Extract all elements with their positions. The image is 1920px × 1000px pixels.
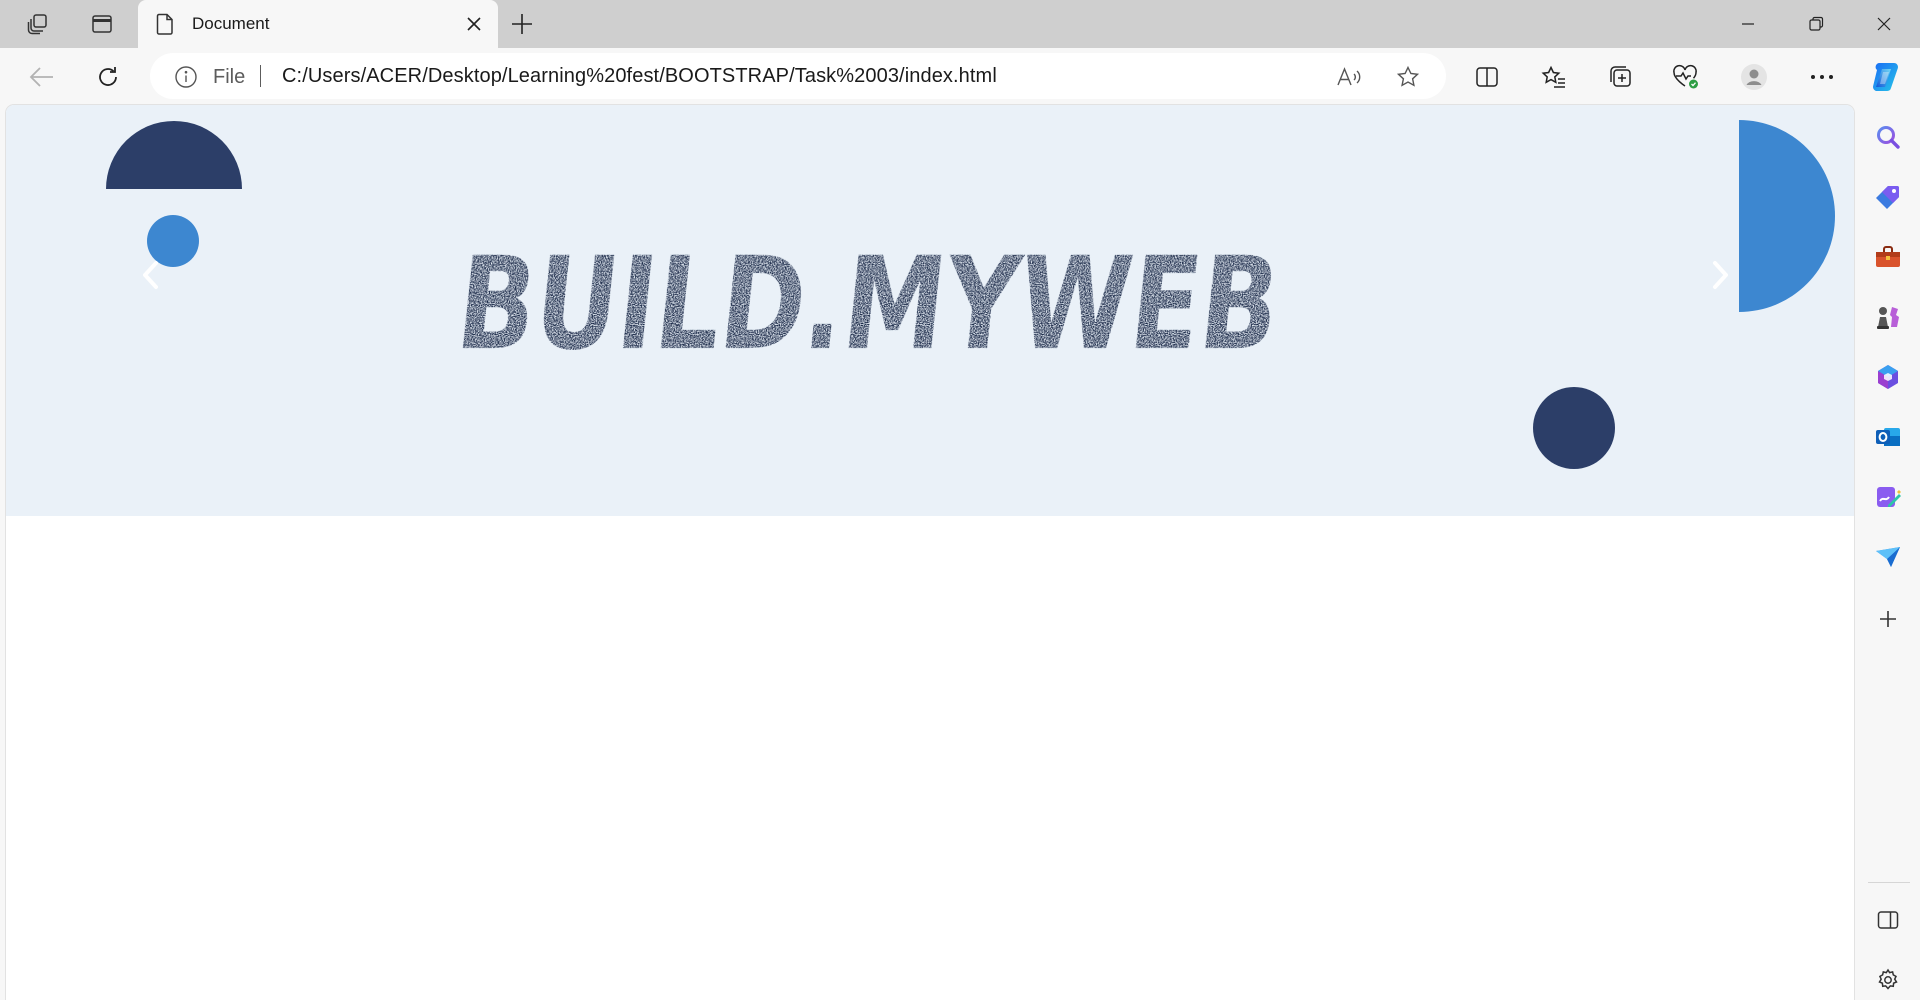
navy-circle-shape	[1533, 387, 1615, 469]
blue-half-circle-shape	[1739, 120, 1835, 312]
split-screen-icon	[1476, 67, 1498, 87]
close-icon	[1877, 17, 1891, 31]
tools-icon	[1876, 246, 1900, 267]
vertical-tabs-icon	[92, 15, 112, 33]
sidebar-send-button[interactable]	[1868, 537, 1908, 577]
tab-actions-button[interactable]	[84, 8, 120, 40]
minimize-icon	[1742, 23, 1754, 25]
search-icon	[1877, 126, 1900, 149]
sidebar-outlook-button[interactable]	[1868, 417, 1908, 457]
tab-document[interactable]: Document	[138, 0, 498, 48]
divider	[260, 65, 261, 87]
toolbar: File C:/Users/ACER/Desktop/Learning%20fe…	[0, 48, 1920, 105]
settings-and-more-button[interactable]	[1802, 57, 1842, 97]
address-bar[interactable]: File C:/Users/ACER/Desktop/Learning%20fe…	[150, 53, 1446, 99]
read-aloud-icon	[1337, 67, 1361, 86]
games-icon	[1877, 307, 1899, 329]
shopping-tag-icon	[1876, 186, 1899, 209]
tab-strip: Document	[0, 0, 1920, 48]
sidebar-search-button[interactable]	[1868, 117, 1908, 157]
more-icon	[1811, 75, 1833, 79]
edge-sidebar	[1856, 105, 1920, 1000]
sidebar-office-button[interactable]	[1868, 357, 1908, 397]
sidebar-shopping-button[interactable]	[1868, 177, 1908, 217]
avatar-icon	[1741, 64, 1767, 90]
sidebar-designer-button[interactable]	[1868, 477, 1908, 517]
close-tab-button[interactable]	[460, 10, 488, 38]
restore-icon	[1809, 16, 1824, 31]
profile-button[interactable]	[1734, 57, 1774, 97]
designer-icon	[1877, 487, 1901, 507]
collections-button[interactable]	[1600, 57, 1640, 97]
hide-sidebar-button[interactable]	[1868, 900, 1908, 940]
gear-icon	[1878, 968, 1898, 990]
url-text[interactable]: C:/Users/ACER/Desktop/Learning%20fest/BO…	[282, 65, 997, 88]
heart-pulse-icon	[1673, 64, 1698, 89]
plus-icon	[512, 14, 532, 34]
navy-half-circle-shape	[106, 121, 242, 189]
carousel-prev-button[interactable]	[121, 245, 181, 305]
back-arrow-icon	[29, 67, 53, 87]
chevron-left-icon	[143, 261, 158, 289]
refresh-icon	[99, 67, 117, 86]
sidebar-tools-button[interactable]	[1868, 237, 1908, 277]
brand-logo-title: BUILD.MYWEB	[450, 230, 1286, 370]
new-tab-button[interactable]	[504, 8, 540, 40]
document-icon	[156, 13, 173, 35]
info-icon[interactable]	[174, 65, 198, 89]
copilot-button[interactable]	[1866, 57, 1906, 97]
favorites-button[interactable]	[1534, 57, 1574, 97]
sidebar-games-button[interactable]	[1868, 297, 1908, 337]
brand-text: BUILD.MYWEB	[450, 230, 1286, 370]
chevron-right-icon	[1713, 261, 1728, 289]
workspaces-icon	[27, 14, 47, 35]
browser-essentials-button[interactable]	[1666, 57, 1706, 97]
workspaces-button[interactable]	[20, 8, 56, 40]
split-screen-button[interactable]	[1467, 57, 1507, 97]
sidebar-divider	[1868, 882, 1910, 883]
read-aloud-button[interactable]	[1333, 61, 1365, 93]
favorites-icon	[1541, 65, 1565, 88]
restore-button[interactable]	[1782, 0, 1850, 48]
copilot-icon	[1873, 62, 1898, 91]
refresh-button[interactable]	[88, 57, 128, 97]
send-icon	[1876, 547, 1900, 567]
favorite-button[interactable]	[1392, 61, 1424, 93]
sidebar-add-button[interactable]	[1868, 599, 1908, 639]
page-viewport: BUILD.MYWEB	[6, 105, 1854, 1000]
sidebar-panel-icon	[1877, 911, 1899, 929]
carousel-next-button[interactable]	[1690, 245, 1750, 305]
hero-carousel: BUILD.MYWEB	[6, 105, 1854, 516]
sidebar-settings-button[interactable]	[1868, 960, 1908, 1000]
office-icon	[1878, 365, 1898, 389]
close-window-button[interactable]	[1850, 0, 1918, 48]
back-button[interactable]	[22, 57, 62, 97]
collections-icon	[1610, 66, 1631, 87]
outlook-icon	[1876, 428, 1900, 446]
close-icon	[467, 17, 481, 31]
minimize-button[interactable]	[1714, 0, 1782, 48]
add-icon	[1880, 611, 1896, 627]
tab-title: Document	[192, 14, 270, 33]
star-icon	[1396, 65, 1420, 87]
site-info-label[interactable]: File	[213, 66, 245, 89]
